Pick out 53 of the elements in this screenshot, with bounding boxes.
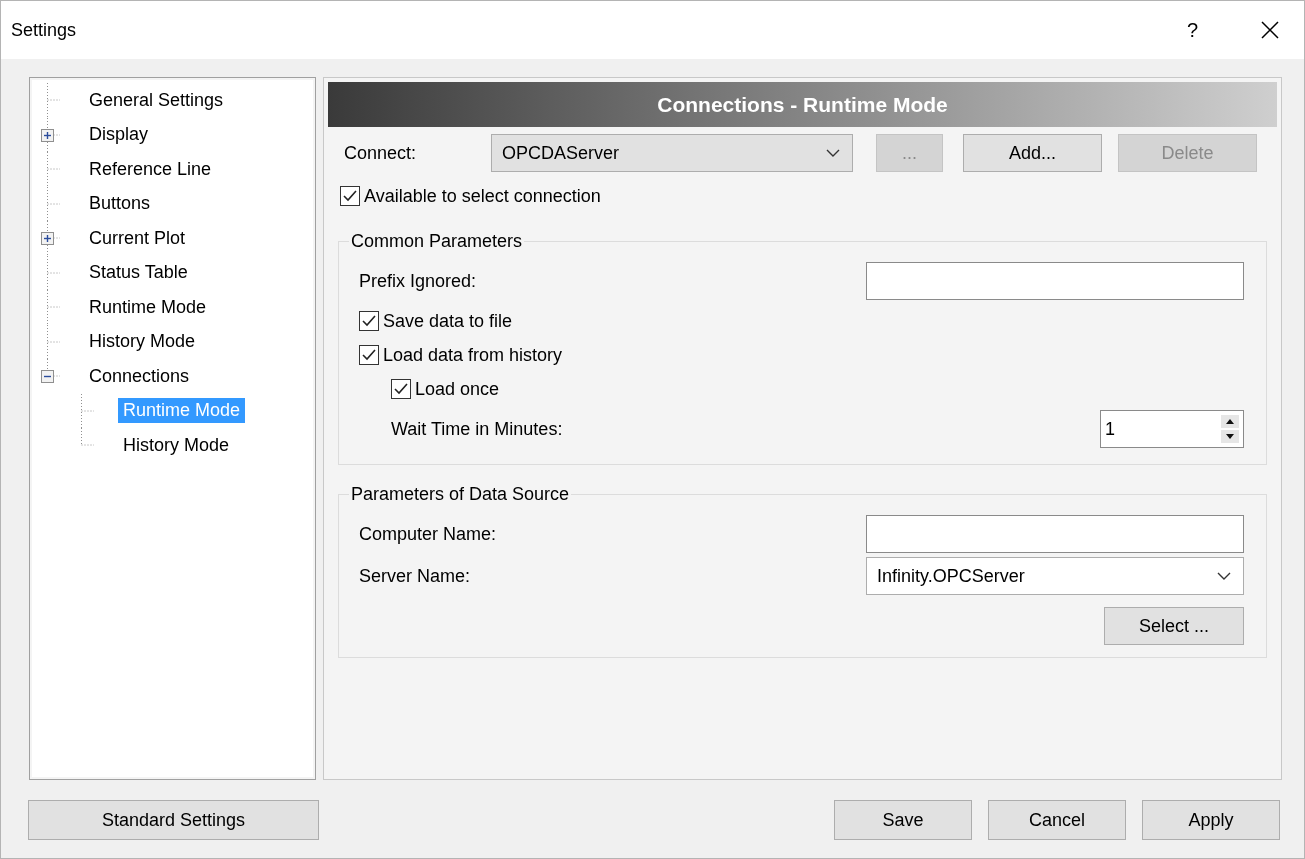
help-button[interactable]: ? [1182,14,1202,46]
tree-line [47,83,60,118]
group-title: Common Parameters [350,231,524,252]
field-label: Computer Name: [359,523,497,545]
connection-button[interactable]: Add... [963,134,1102,172]
tree-item[interactable]: Status Table [84,260,193,286]
field-label: Server Name: [359,565,471,587]
tree-item[interactable]: History Mode [118,432,235,458]
standard-settings-button[interactable]: Standard Settings [28,800,319,840]
tree-item[interactable]: Buttons [84,191,156,217]
checkbox-label: Save data to file [383,310,513,332]
checkbox[interactable] [359,311,379,331]
group-title: Parameters of Data Source [350,484,571,505]
tree-line [47,186,60,222]
checkbox[interactable] [391,379,411,399]
checkbox-label: Load data from history [383,344,563,366]
tree-line [47,117,60,153]
section-header: Connections - Runtime Mode [328,82,1277,127]
tree-item[interactable]: History Mode [84,329,201,355]
expand-icon[interactable] [41,232,54,245]
tree-line [47,221,60,256]
tree-item[interactable]: Current Plot [84,225,191,251]
field-label: Wait Time in Minutes: [391,418,563,440]
dialog-button[interactable]: Apply [1142,800,1280,840]
window-title: Settings [11,19,78,41]
close-icon[interactable] [1260,20,1280,40]
tree-line [47,255,60,291]
tree-item[interactable]: Reference Line [84,156,217,182]
field-label: Connect: [344,142,418,164]
spinner-arrows-icon[interactable] [1221,415,1239,443]
select-button[interactable]: Select ... [1104,607,1244,645]
tree-line [47,152,60,187]
chevron-down-icon [826,149,840,157]
input-field[interactable] [866,515,1244,553]
checkbox-label: Available to select connection [364,185,601,207]
tree-item[interactable]: Runtime Mode [84,294,212,320]
field-label: Prefix Ignored: [359,270,477,292]
dropdown[interactable]: Infinity.OPCServer [866,557,1244,595]
checkbox[interactable] [340,186,360,206]
tree-item[interactable]: General Settings [84,87,229,113]
tree-item[interactable]: Display [84,122,154,148]
tree-line [47,290,60,325]
spin-field[interactable]: 1 [1100,410,1244,448]
dialog-button[interactable]: Save [834,800,972,840]
dropdown[interactable]: OPCDAServer [491,134,853,172]
dialog-button[interactable]: Cancel [988,800,1126,840]
checkbox[interactable] [359,345,379,365]
input-field[interactable] [866,262,1244,300]
checkbox-label: Load once [415,378,500,400]
expand-icon[interactable] [41,128,54,142]
chevron-down-icon [1217,572,1231,580]
collapse-icon[interactable] [41,370,54,383]
tree-item[interactable]: Connections [84,363,195,389]
